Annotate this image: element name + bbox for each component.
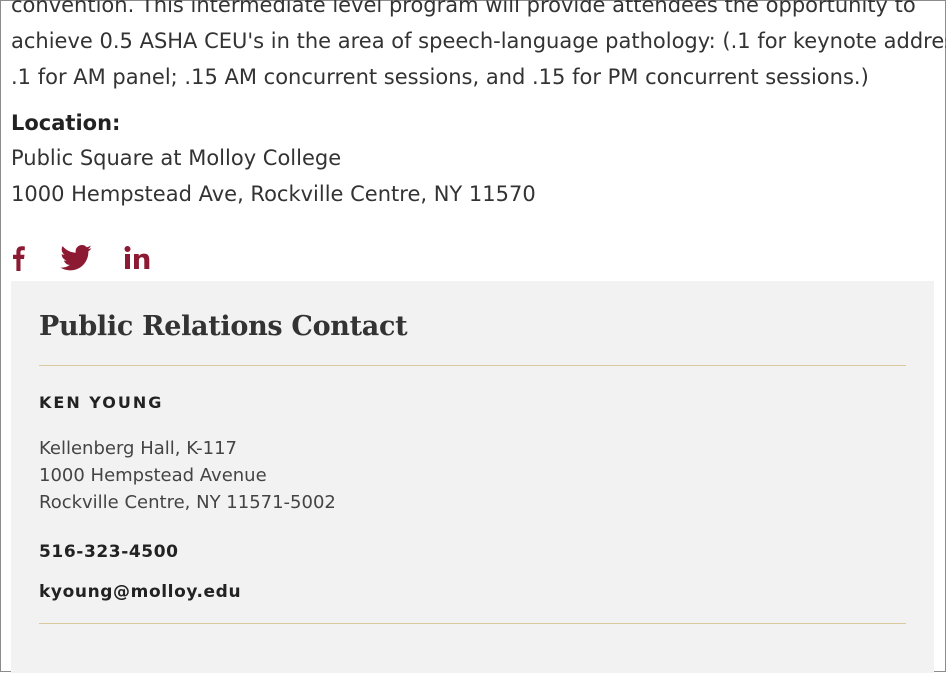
contact-address-line: Rockville Centre, NY 11571-5002 (39, 492, 336, 513)
article-line: convention. This intermediate level prog… (11, 0, 916, 17)
contact-phone-link[interactable]: 516-323-4500 (39, 542, 179, 562)
facebook-icon[interactable] (9, 243, 27, 273)
contact-address-line: Kellenberg Hall, K-117 (39, 438, 237, 459)
contact-name: KEN YOUNG (39, 393, 164, 412)
social-share-bar (9, 241, 151, 275)
article-line: achieve 0.5 ASHA CEU's in the area of sp… (11, 29, 946, 53)
contact-title: Public Relations Contact (39, 311, 408, 342)
contact-address-line: 1000 Hempstead Avenue (39, 465, 267, 486)
divider (39, 623, 906, 624)
divider (39, 365, 906, 366)
article-paragraph: convention. This intermediate level prog… (11, 0, 946, 95)
location-heading: Location: (11, 111, 121, 135)
linkedin-icon[interactable] (123, 243, 151, 273)
location-venue: Public Square at Molloy College (11, 146, 342, 170)
article-line: .1 for AM panel; .15 AM concurrent sessi… (11, 65, 869, 89)
contact-email-link[interactable]: kyoung@molloy.edu (39, 582, 241, 602)
twitter-icon[interactable] (59, 243, 93, 273)
public-relations-contact-panel: Public Relations Contact KEN YOUNG Kelle… (11, 281, 934, 673)
location-address: 1000 Hempstead Ave, Rockville Centre, NY… (11, 182, 536, 206)
